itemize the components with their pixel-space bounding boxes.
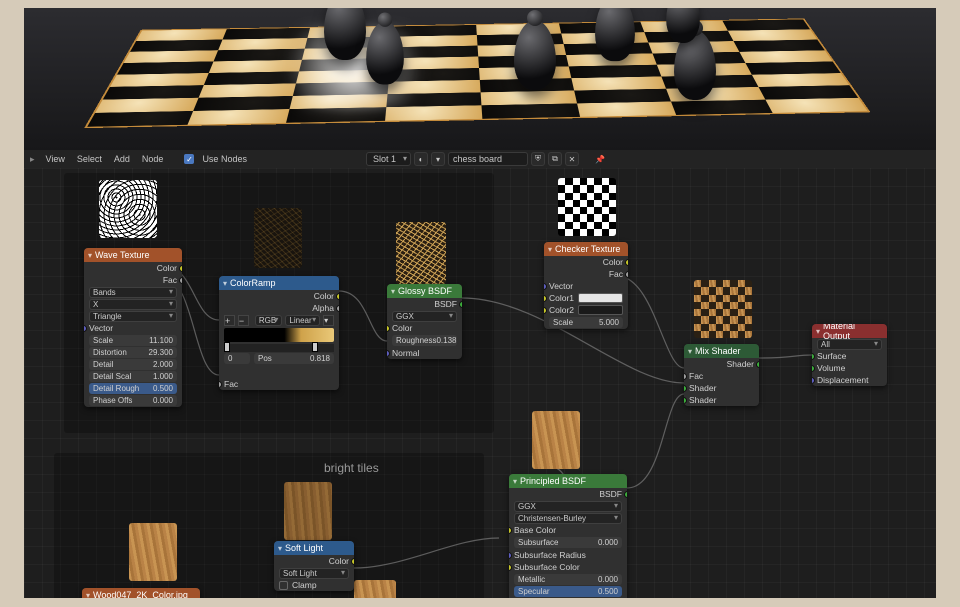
node-editor-toolbar: ▸ View Select Add Node ✓ Use Nodes Slot … (24, 150, 936, 168)
principled-dist-select[interactable]: GGX (514, 501, 622, 512)
node-wave-texture[interactable]: ▾Wave Texture Color Fac Bands X Triangle… (84, 248, 182, 407)
wood-image-preview (129, 523, 177, 581)
glossy-distribution-select[interactable]: GGX (392, 311, 457, 322)
node-material-output[interactable]: ▾Material Output All Surface Volume Disp… (812, 324, 887, 386)
node-title: ColorRamp (230, 278, 276, 288)
unlink-icon[interactable]: ✕ (565, 152, 579, 166)
wave-detail-rough-field[interactable]: Detail Rough0.500 (89, 383, 177, 394)
colorramp-gradient[interactable] (224, 328, 334, 342)
mixrgb-mode-select[interactable]: Soft Light (279, 568, 349, 579)
checker-scale-field[interactable]: Scale5.000 (549, 317, 623, 328)
ramp-stop-index[interactable]: 0 (224, 353, 250, 364)
node-title: Glossy BSDF (398, 286, 452, 296)
menu-select[interactable]: Select (74, 154, 105, 164)
checker-color2-swatch[interactable] (578, 305, 623, 315)
chessboard-render (84, 18, 870, 128)
colorramp-preview (254, 208, 302, 268)
use-nodes-checkbox[interactable]: ✓ (184, 154, 194, 164)
node-title: Wood047_2K_Color.jpg (93, 590, 188, 598)
clamp-checkbox[interactable] (279, 581, 288, 590)
node-title: Checker Texture (555, 244, 620, 254)
wave-distortion-field[interactable]: Distortion29.300 (89, 347, 177, 358)
node-title: Mix Shader (695, 346, 741, 356)
ramp-interp-select[interactable]: Linear (285, 315, 320, 326)
menu-view[interactable]: View (43, 154, 68, 164)
material-slot-dropdown[interactable]: Slot 1 (366, 152, 411, 166)
pin-icon[interactable]: 📌 (593, 152, 607, 166)
principled-sss-select[interactable]: Christensen-Burley (514, 513, 622, 524)
ramp-colormode-select[interactable]: RGB (255, 315, 283, 326)
colorramp-stops[interactable] (224, 344, 334, 352)
glossy-roughness-field[interactable]: Roughness0.138 (392, 335, 457, 346)
node-mix-shader[interactable]: ▾Mix Shader Shader Fac Shader Shader (684, 344, 759, 406)
frame-label-bright: bright tiles (324, 461, 379, 475)
wave-detail-field[interactable]: Detail2.000 (89, 359, 177, 370)
principled-subsurface-field[interactable]: Subsurface0.000 (514, 537, 622, 548)
wave-preview-thumb (99, 180, 157, 238)
material-sphere-icon[interactable]: ◐ (414, 152, 428, 166)
menu-node[interactable]: Node (139, 154, 167, 164)
shield-icon[interactable]: ⛨ (531, 152, 545, 166)
wave-phase-field[interactable]: Phase Offs0.000 (89, 395, 177, 406)
node-principled-bsdf[interactable]: ▾Principled BSDF BSDF GGX Christensen-Bu… (509, 474, 627, 598)
wave-profile-select[interactable]: Triangle (89, 311, 177, 322)
glossy-preview (396, 222, 446, 284)
softlight-preview (284, 482, 332, 540)
viewport-render (24, 8, 936, 150)
wave-scale-field[interactable]: Scale11.100 (89, 335, 177, 346)
use-nodes-label: Use Nodes (202, 154, 247, 164)
material-browse-dropdown[interactable]: ▾ (431, 152, 445, 166)
wave-direction-select[interactable]: X (89, 299, 177, 310)
mixshader-preview (694, 280, 752, 338)
node-title: Principled BSDF (520, 476, 586, 486)
ramp-menu-button[interactable]: ▾ (323, 315, 334, 326)
node-title: Wave Texture (95, 250, 150, 260)
material-name-input[interactable]: chess board (448, 152, 528, 166)
node-glossy-bsdf[interactable]: ▾Glossy BSDF BSDF GGX Color Roughness0.1… (387, 284, 462, 359)
ramp-stop-pos[interactable]: Pos0.818 (254, 353, 334, 364)
chess-piece (324, 8, 366, 60)
node-checker-texture[interactable]: ▾Checker Texture Color Fac Vector Color1… (544, 242, 628, 329)
wave-detail-scale-field[interactable]: Detail Scal1.000 (89, 371, 177, 382)
frame-bright-tiles[interactable] (54, 453, 484, 598)
checker-color1-swatch[interactable] (578, 293, 623, 303)
node-image-texture-wood[interactable]: ▾Wood047_2K_Color.jpg (82, 588, 200, 598)
menu-add[interactable]: Add (111, 154, 133, 164)
node-editor[interactable]: bright tiles ▾Wave Texture Color Fac Ban… (24, 168, 936, 598)
principled-specular-field[interactable]: Specular0.500 (514, 586, 622, 597)
ramp-add-button[interactable]: + (224, 315, 235, 326)
node-title: Soft Light (285, 543, 323, 553)
output-target-select[interactable]: All (817, 339, 882, 350)
node-mixrgb-softlight[interactable]: ▾Soft Light Color Soft Light Clamp (274, 541, 354, 591)
node-colorramp[interactable]: ▾ColorRamp Color Alpha + − RGB Linear ▾ … (219, 276, 339, 390)
softlight-preview-2 (354, 580, 396, 598)
principled-preview (532, 411, 580, 469)
chess-piece (595, 8, 635, 61)
principled-metallic-field[interactable]: Metallic0.000 (514, 574, 622, 585)
wave-type-select[interactable]: Bands (89, 287, 177, 298)
ramp-remove-button[interactable]: − (238, 315, 249, 326)
checker-preview (558, 178, 616, 236)
chevron-right-icon[interactable]: ▸ (30, 154, 35, 165)
duplicate-icon[interactable]: ⧉ (548, 152, 562, 166)
